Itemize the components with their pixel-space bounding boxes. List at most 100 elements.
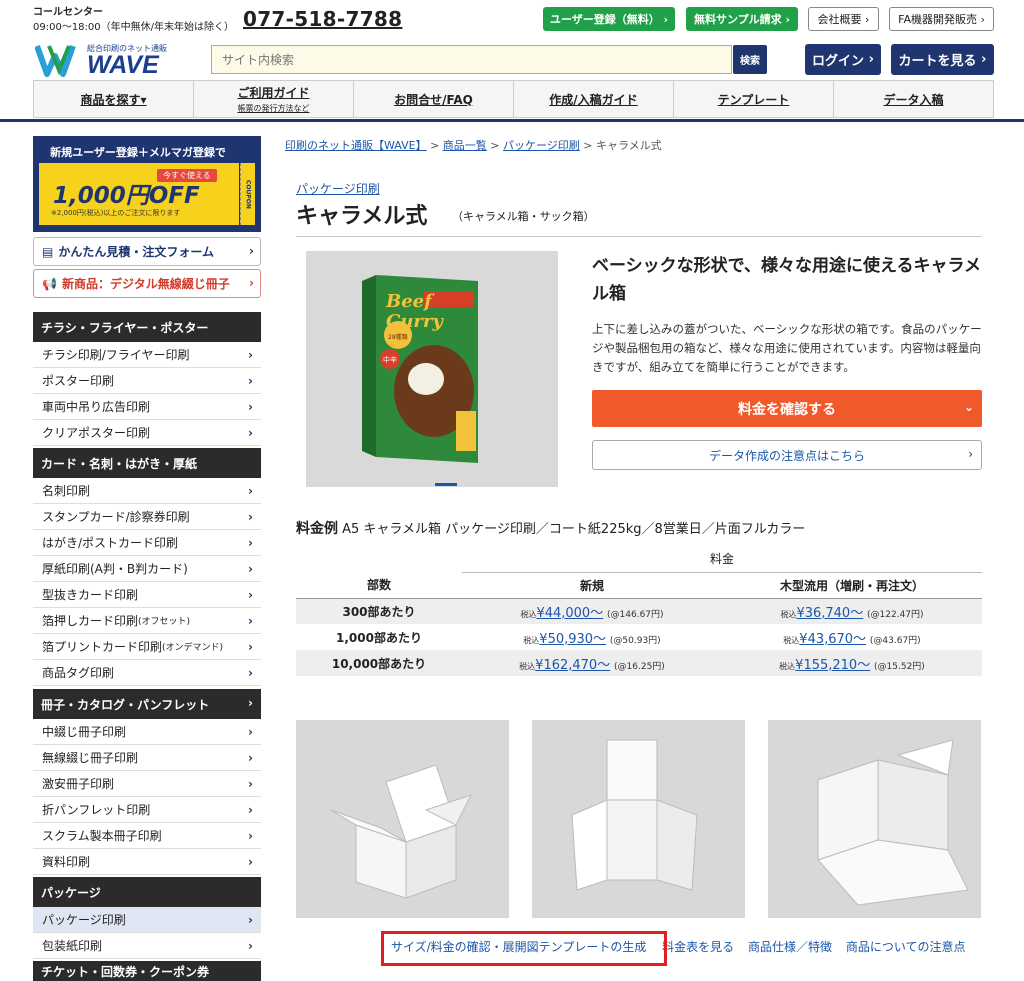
page-title: キャラメル式 <box>296 204 428 229</box>
price-link[interactable]: ¥155,210〜 <box>795 658 870 673</box>
sidebar-item-clear-poster[interactable]: クリアポスター印刷 › <box>33 420 261 446</box>
sidebar-item-document[interactable]: 資料印刷 › <box>33 849 261 875</box>
box-photo-open-top[interactable] <box>296 720 509 918</box>
box-photo-flaps[interactable] <box>532 720 745 918</box>
sidebar-item-flyer[interactable]: チラシ印刷/フライヤー印刷 › <box>33 342 261 368</box>
check-price-button[interactable]: 料金を確認する ⌄ <box>592 390 982 427</box>
col-qty: 部数 <box>366 578 391 593</box>
logo[interactable]: 総合印刷のネット通販 WAVE <box>34 42 175 78</box>
sidebar-item-package[interactable]: パッケージ印刷 › <box>33 907 261 933</box>
price-link[interactable]: ¥36,740〜 <box>796 606 863 621</box>
col-new: 新規 <box>579 578 604 593</box>
product-headline: ベーシックな形状で、様々な用途に使えるキャラメル箱 <box>592 256 981 304</box>
sidebar-item-wrapping[interactable]: 包装紙印刷 › <box>33 933 261 959</box>
box-label-1: Beef <box>385 291 435 312</box>
logo-mark-icon <box>34 42 83 85</box>
price-link[interactable]: ¥44,000〜 <box>536 606 603 621</box>
form-icon: ▤ <box>42 244 54 259</box>
search-button[interactable]: 検索 <box>733 45 767 74</box>
price-group-header: 料金 <box>462 546 982 573</box>
coupon-banner[interactable]: 新規ユーザー登録＋メルマガ登録で 今すぐ使える 1,000円OFF ※2,000… <box>33 136 261 232</box>
sidebar-item-stamp-card[interactable]: スタンプカード/診察券印刷 › <box>33 504 261 530</box>
chevron-right-icon: › <box>248 348 253 362</box>
estimate-form-link[interactable]: ▤ かんたん見積・注文フォーム › <box>33 237 261 266</box>
coupon-amount: 1,000円OFF <box>53 183 200 209</box>
breadcrumb: 印刷のネット通販【WAVE】 > 商品一覧 > パッケージ印刷 > キャラメル式 <box>285 139 662 152</box>
breadcrumb-package[interactable]: パッケージ印刷 <box>503 139 580 152</box>
company-button[interactable]: 会社概要 › <box>808 7 879 31</box>
title-divider <box>296 236 982 237</box>
nav-upload[interactable]: データ入稿 <box>834 81 993 117</box>
chevron-right-icon: › <box>248 725 253 739</box>
sidebar-item-foil-print[interactable]: 箔プリントカード印刷 (オンデマンド) › <box>33 634 261 660</box>
nav-guide[interactable]: ご利用ガイド 帳票の発行方法など <box>194 81 354 117</box>
table-row: 10,000部あたり 税込¥162,470〜 (@16.25円) 税込¥155,… <box>296 650 982 676</box>
sidebar-item-cheap-booklet[interactable]: 激安冊子印刷 › <box>33 771 261 797</box>
white-box-image <box>817 739 969 906</box>
search-input[interactable] <box>211 45 732 74</box>
chevron-right-icon: › <box>248 803 253 817</box>
carousel-indicator[interactable] <box>435 483 457 486</box>
product-category-link[interactable]: パッケージ印刷 <box>296 180 380 197</box>
sidebar-item-train-ad[interactable]: 車両中吊り広告印刷 › <box>33 394 261 420</box>
product-specs-link[interactable]: 商品仕様／特徴 <box>748 940 832 954</box>
free-sample-button[interactable]: 無料サンプル請求 › <box>686 7 798 31</box>
chevron-right-icon: › <box>248 562 253 576</box>
product-image[interactable]: Beef Curry 28種類 中辛 <box>306 251 558 487</box>
phone-number[interactable]: 077-518-7788 <box>243 7 402 31</box>
chevron-right-icon: › <box>248 614 253 628</box>
nav-divider <box>0 119 1024 122</box>
chevron-right-icon: › <box>249 276 254 290</box>
sidebar-item-perfect[interactable]: 無線綴じ冊子印刷 › <box>33 745 261 771</box>
sidebar-item-foil-card[interactable]: 箔押しカード印刷 (オフセット) › <box>33 608 261 634</box>
sidebar-item-thick-paper[interactable]: 厚紙印刷(A判・B判カード) › <box>33 556 261 582</box>
chevron-right-icon: › <box>248 426 253 440</box>
category-package[interactable]: パッケージ <box>33 877 261 907</box>
sidebar-item-postcard[interactable]: はがき/ポストカード印刷 › <box>33 530 261 556</box>
category-booklet[interactable]: 冊子・カタログ・パンフレット › <box>33 689 261 719</box>
coupon-side-label: COUPON <box>240 163 255 225</box>
col-reuse: 木型流用（増刷・再注文） <box>779 578 924 593</box>
new-product-link[interactable]: 📢 新商品：デジタル無線綴じ冊子 › <box>33 269 261 298</box>
sidebar-item-saddle[interactable]: 中綴じ冊子印刷 › <box>33 719 261 745</box>
price-table-link[interactable]: 料金表を見る <box>662 940 734 954</box>
category-flyer[interactable]: チラシ・フライヤー・ポスター <box>33 312 261 342</box>
sidebar-item-poster[interactable]: ポスター印刷 › <box>33 368 261 394</box>
sidebar-item-fold-pamphlet[interactable]: 折パンフレット印刷 › <box>33 797 261 823</box>
user-register-button[interactable]: ユーザー登録（無料） › <box>543 7 675 31</box>
sidebar-item-die-cut[interactable]: 型抜きカード印刷 › <box>33 582 261 608</box>
nav-template[interactable]: テンプレート <box>674 81 834 117</box>
chevron-right-icon: › <box>248 939 253 953</box>
box-photo-unfolded[interactable] <box>768 720 981 918</box>
chevron-right-icon: › <box>248 666 253 680</box>
chevron-right-icon: › <box>248 536 253 550</box>
category-ticket[interactable]: チケット・回数券・クーポン券 <box>33 961 261 981</box>
category-card[interactable]: カード・名刺・はがき・厚紙 <box>33 448 261 478</box>
chevron-down-icon: ⌄ <box>963 400 974 414</box>
megaphone-icon: 📢 <box>42 276 57 291</box>
chevron-right-icon: › <box>248 829 253 843</box>
product-notes-link[interactable]: 商品についての注意点 <box>846 940 966 954</box>
coupon-headline: 新規ユーザー登録＋メルマガ登録で <box>50 146 226 159</box>
chevron-right-icon: › <box>248 777 253 791</box>
login-button[interactable]: ログイン › <box>805 44 881 75</box>
cart-button[interactable]: カートを見る › <box>891 44 994 75</box>
chevron-right-icon: › <box>248 510 253 524</box>
breadcrumb-home[interactable]: 印刷のネット通販【WAVE】 <box>285 139 427 152</box>
data-notes-button[interactable]: データ作成の注意点はこちら › <box>592 440 982 470</box>
table-row: 1,000部あたり 税込¥50,930〜 (@50.93円) 税込¥43,670… <box>336 630 921 647</box>
chevron-right-icon: › <box>248 374 253 388</box>
breadcrumb-products[interactable]: 商品一覧 <box>443 139 487 152</box>
fa-dev-button[interactable]: FA機器開発販売 › <box>889 7 994 31</box>
chevron-right-icon: › <box>248 751 253 765</box>
sidebar-item-tag[interactable]: 商品タグ印刷 › <box>33 660 261 686</box>
nav-create-guide[interactable]: 作成/入稿ガイド <box>514 81 674 117</box>
sidebar-item-scrum[interactable]: スクラム製本冊子印刷 › <box>33 823 261 849</box>
nav-faq[interactable]: お問合せ/FAQ <box>354 81 514 117</box>
nav-products[interactable]: 商品を探す▾ <box>34 81 194 117</box>
sidebar-item-business-card[interactable]: 名刺印刷 › <box>33 478 261 504</box>
price-link[interactable]: ¥162,470〜 <box>535 658 610 673</box>
price-link[interactable]: ¥50,930〜 <box>539 632 606 647</box>
price-link[interactable]: ¥43,670〜 <box>799 632 866 647</box>
coupon-card: 今すぐ使える 1,000円OFF ※2,000円(税込)以上のご注文に限ります <box>39 163 239 225</box>
